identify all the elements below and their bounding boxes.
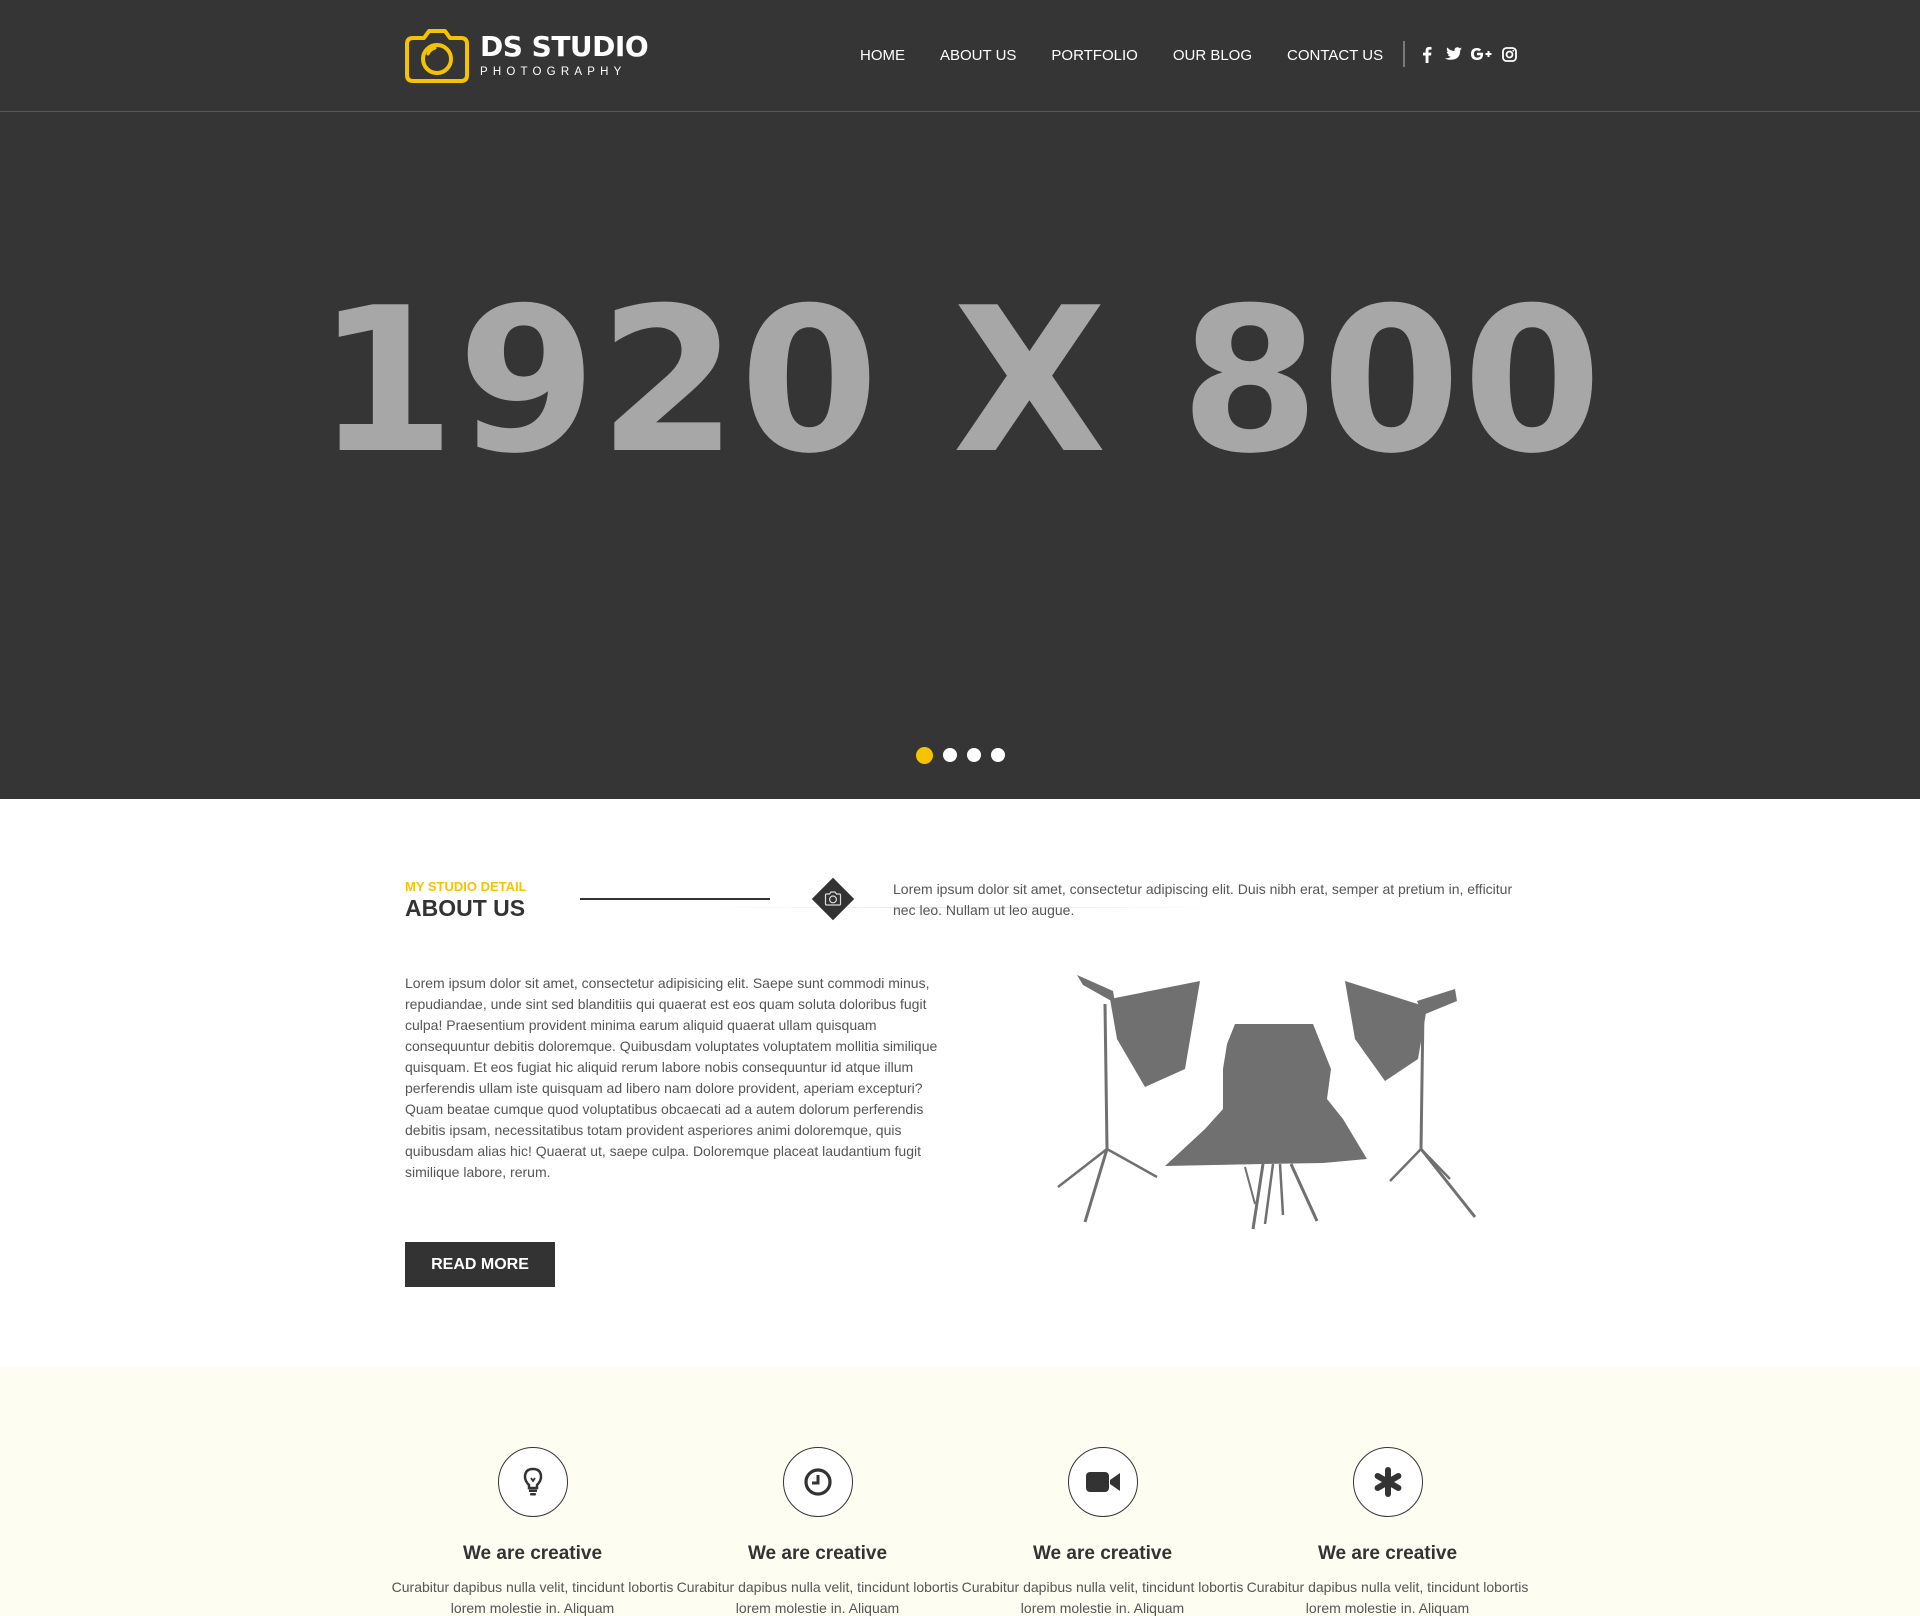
slider-dot-1[interactable] xyxy=(915,747,933,764)
feature-card: We are creative Curabitur dapibus nulla … xyxy=(390,1447,675,1616)
about-section: MY STUDIO DETAIL ABOUT US Lorem ipsum do… xyxy=(0,799,1920,1367)
slider-dot-2[interactable] xyxy=(942,748,957,762)
hero-slider: 1920 X 800 xyxy=(0,112,1920,799)
brand-text: DS STUDIO PHOTOGRAPHY xyxy=(480,30,649,79)
nav-item-contact-us[interactable]: CONTACT US xyxy=(1287,47,1383,64)
hero-placeholder-text: 1920 X 800 xyxy=(316,265,1604,498)
asterisk-icon xyxy=(1352,1447,1423,1517)
brand-subtitle: PHOTOGRAPHY xyxy=(480,66,627,79)
slider-dot-3[interactable] xyxy=(966,748,981,762)
lightbulb-icon xyxy=(497,1447,568,1517)
nav-item-our-blog[interactable]: OUR BLOG xyxy=(1173,47,1252,64)
about-body-text: Lorem ipsum dolor sit amet, consectetur … xyxy=(405,975,938,1180)
feature-text: Curabitur dapibus nulla velit, tincidunt… xyxy=(1246,1579,1529,1616)
read-more-button[interactable]: READ MORE xyxy=(405,1242,555,1287)
brand-logo[interactable]: DS STUDIO PHOTOGRAPHY xyxy=(404,26,649,86)
about-lede: Lorem ipsum dolor sit amet, consectetur … xyxy=(893,881,1513,918)
facebook-icon[interactable] xyxy=(1418,43,1436,65)
photo-studio-illustration xyxy=(1057,975,1477,1230)
camera-icon xyxy=(824,891,842,906)
features-section: We are creative Curabitur dapibus nulla … xyxy=(0,1367,1920,1616)
feature-title: We are creative xyxy=(1317,1543,1458,1564)
feature-title: We are creative xyxy=(747,1543,888,1564)
main-nav: HOME ABOUT US PORTFOLIO OUR BLOG CONTACT… xyxy=(860,40,1383,70)
site-header: DS STUDIO PHOTOGRAPHY HOME ABOUT US PORT… xyxy=(0,0,1920,112)
feature-card: We are creative Curabitur dapibus nulla … xyxy=(1245,1447,1530,1616)
video-camera-icon xyxy=(1067,1447,1138,1517)
camera-icon xyxy=(405,29,469,83)
nav-item-portfolio[interactable]: PORTFOLIO xyxy=(1051,47,1137,64)
about-divider-line xyxy=(580,898,770,900)
google-plus-icon[interactable] xyxy=(1470,43,1492,65)
clock-icon xyxy=(782,1447,853,1517)
feature-card: We are creative Curabitur dapibus nulla … xyxy=(960,1447,1245,1616)
feature-card: We are creative Curabitur dapibus nulla … xyxy=(675,1447,960,1616)
feature-text: Curabitur dapibus nulla velit, tincidunt… xyxy=(961,1579,1244,1616)
social-links xyxy=(1418,43,1518,65)
nav-item-home[interactable]: HOME xyxy=(860,47,905,64)
brand-title: DS STUDIO xyxy=(480,30,649,64)
nav-divider xyxy=(1403,41,1405,67)
about-title: ABOUT US xyxy=(405,895,526,921)
nav-item-about-us[interactable]: ABOUT US xyxy=(940,47,1016,64)
instagram-icon[interactable] xyxy=(1500,43,1518,65)
slider-dot-4[interactable] xyxy=(990,748,1005,762)
about-kicker: MY STUDIO DETAIL xyxy=(405,879,527,894)
feature-text: Curabitur dapibus nulla velit, tincidunt… xyxy=(676,1579,959,1616)
feature-title: We are creative xyxy=(462,1543,603,1564)
slider-pagination xyxy=(0,747,1920,764)
feature-text: Curabitur dapibus nulla velit, tincidunt… xyxy=(391,1579,674,1616)
twitter-icon[interactable] xyxy=(1444,43,1462,65)
feature-title: We are creative xyxy=(1032,1543,1173,1564)
